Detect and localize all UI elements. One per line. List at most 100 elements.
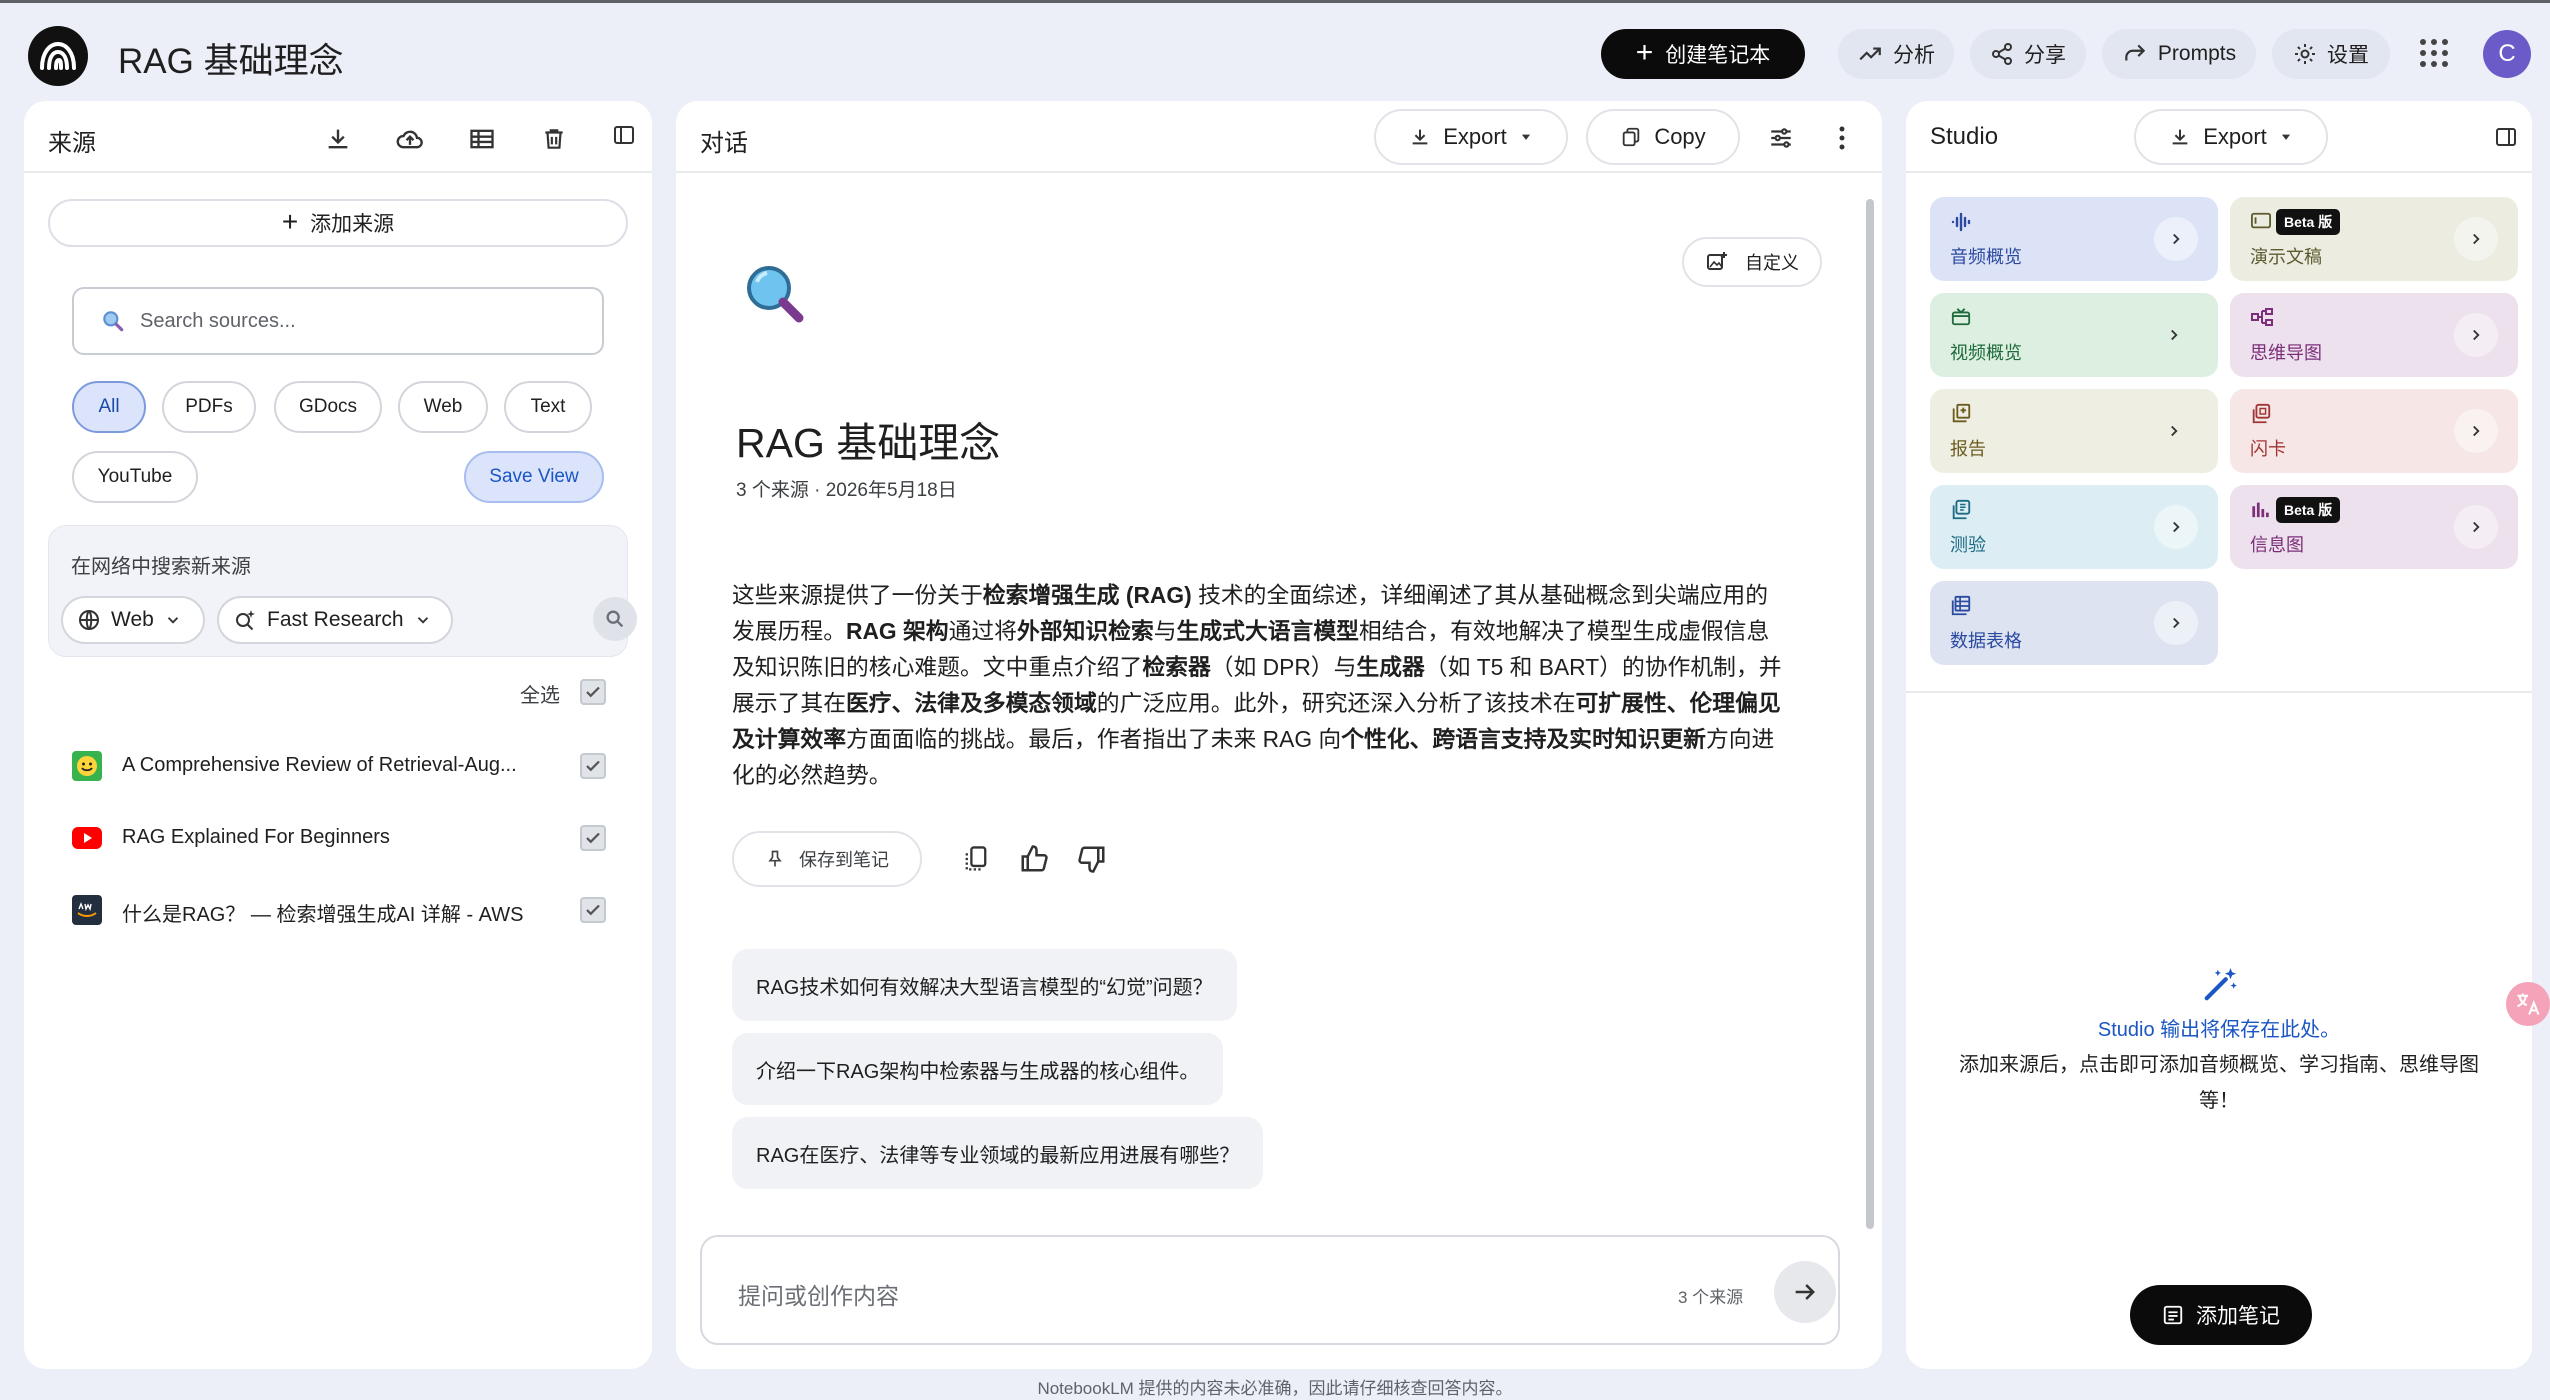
suggested-question[interactable]: RAG在医疗、法律等专业领域的最新应用进展有哪些？ <box>732 1117 1264 1189</box>
copy-icon <box>1623 127 1640 147</box>
trash-icon[interactable] <box>536 121 572 157</box>
chat-panel-header: 对话 Export Copy <box>676 101 1882 173</box>
source-name: RAG Explained For Beginners <box>122 826 390 848</box>
studio-tile-video-overview[interactable]: 视频概览 <box>1930 293 2218 377</box>
chevron-right-icon[interactable] <box>2154 505 2198 549</box>
mindmap-icon <box>2251 308 2273 326</box>
cloud-upload-icon[interactable] <box>392 121 428 157</box>
web-source-dropdown[interactable]: Web <box>61 596 205 644</box>
studio-tile-quiz[interactable]: 测验 <box>1930 485 2218 569</box>
thumbs-up-icon[interactable] <box>1016 841 1052 877</box>
chevron-right-icon[interactable] <box>2454 409 2498 453</box>
source-item[interactable]: RAG Explained For Beginners <box>72 816 632 860</box>
source-search-input[interactable]: Search sources... <box>72 287 604 355</box>
source-checkbox[interactable] <box>580 897 606 923</box>
chat-export-button[interactable]: Export <box>1374 109 1568 165</box>
settings-button[interactable]: 设置 <box>2272 29 2390 79</box>
chevron-right-icon[interactable] <box>2454 217 2498 261</box>
download-icon[interactable] <box>320 121 356 157</box>
add-note-button[interactable]: 添加笔记 <box>2130 1285 2312 1345</box>
filter-all[interactable]: All <box>72 381 146 433</box>
add-source-label: 添加来源 <box>310 213 395 236</box>
studio-tile-data-table[interactable]: 数据表格 <box>1930 581 2218 665</box>
summary-bold-text: 医疗、法律及多模态领域 <box>845 690 1097 716</box>
studio-tile-report[interactable]: 报告 <box>1930 389 2218 473</box>
summary-bold-text: 检索器 <box>1142 654 1211 680</box>
quiz-icon <box>1952 499 1971 520</box>
filter-youtube[interactable]: YouTube <box>72 451 198 503</box>
chat-input-placeholder: 提问或创作内容 <box>738 1283 899 1309</box>
translate-icon[interactable] <box>2506 982 2550 1026</box>
summary-bold-text: RAG 架构 <box>845 618 949 644</box>
send-button[interactable] <box>1774 1261 1836 1323</box>
flashcard-icon <box>2252 403 2271 424</box>
source-item[interactable]: 什么是RAG？ — 检索增强生成AI 详解 - AWS <box>72 888 632 932</box>
select-all-label: 全选 <box>520 685 560 707</box>
studio-tile-mind-map[interactable]: 思维导图 <box>2230 293 2518 377</box>
search-icon <box>103 311 124 332</box>
chat-copy-button[interactable]: Copy <box>1586 109 1740 165</box>
notebooklm-logo[interactable] <box>28 26 88 86</box>
apps-grid-icon[interactable] <box>2420 39 2448 67</box>
magnifier-emoji-icon <box>742 261 810 329</box>
source-checkbox[interactable] <box>580 825 606 851</box>
gear-icon <box>2295 44 2315 64</box>
avatar[interactable]: C <box>2483 30 2531 78</box>
customize-button[interactable]: 自定义 <box>1682 237 1822 287</box>
studio-tile-audio-overview[interactable]: 音频概览 <box>1930 197 2218 281</box>
suggested-question[interactable]: RAG技术如何有效解决大型语言模型的“幻觉”问题？ <box>732 949 1237 1021</box>
suggested-question[interactable]: 介绍一下RAG架构中检索器与生成器的核心组件。 <box>732 1033 1224 1105</box>
filter-gdocs[interactable]: GDocs <box>274 381 382 433</box>
summary-text: 方面面临的挑战。最后，作者指出了未来 RAG 向 <box>845 726 1342 752</box>
studio-tile-infographic[interactable]: Beta 版 信息图 <box>2230 485 2518 569</box>
studio-tile-slides[interactable]: Beta 版 演示文稿 <box>2230 197 2518 281</box>
collapse-panel-icon[interactable] <box>2490 121 2522 153</box>
source-checkbox[interactable] <box>580 753 606 779</box>
table-icon <box>1951 595 1971 616</box>
chevron-down-icon <box>167 617 178 624</box>
chevron-right-icon[interactable] <box>2154 217 2198 261</box>
chevron-right-icon[interactable] <box>2454 313 2498 357</box>
chevron-right-icon[interactable] <box>2158 319 2190 351</box>
add-source-button[interactable]: + 添加来源 <box>48 199 628 247</box>
collapse-panel-icon[interactable] <box>608 119 640 151</box>
check-icon <box>586 832 600 844</box>
source-item[interactable]: A Comprehensive Review of Retrieval-Aug.… <box>72 744 632 788</box>
studio-export-button[interactable]: Export <box>2134 109 2328 165</box>
chevron-right-icon[interactable] <box>2454 505 2498 549</box>
forward-arrow-icon <box>2125 44 2146 61</box>
web-search-submit[interactable] <box>593 597 637 641</box>
save-view-button[interactable]: Save View <box>464 451 604 503</box>
chat-scrollbar[interactable] <box>1866 199 1874 1229</box>
save-to-note-button[interactable]: 保存到笔记 <box>732 831 922 887</box>
summary-bold-text: 个性化、跨语言支持及实时知识更新 <box>1341 726 1706 752</box>
share-button[interactable]: 分享 <box>1970 29 2086 79</box>
copy-icon[interactable] <box>958 841 994 877</box>
studio-tile-flashcards[interactable]: 闪卡 <box>2230 389 2518 473</box>
chat-title: 对话 <box>700 130 748 157</box>
create-notebook-button[interactable]: + 创建笔记本 <box>1601 29 1805 79</box>
notebook-title[interactable]: RAG 基础理念 <box>118 33 344 84</box>
studio-tile-label: 视频概览 <box>1950 343 2022 363</box>
youtube-icon <box>72 823 102 853</box>
filter-text[interactable]: Text <box>504 381 592 433</box>
select-all-checkbox[interactable] <box>580 679 606 705</box>
chevron-down-icon <box>417 617 428 624</box>
tune-icon[interactable] <box>1764 121 1798 155</box>
studio-empty-title: Studio 输出将保存在此处。 <box>2097 1019 2341 1041</box>
analyze-label: 分析 <box>1893 44 1935 67</box>
analyze-button[interactable]: 分析 <box>1838 29 1954 79</box>
research-mode-dropdown[interactable]: Fast Research <box>217 596 453 644</box>
web-search-box: 在网络中搜索新来源 Web Fast Research <box>48 525 637 657</box>
source-count: 3 个来源 <box>1678 1288 1744 1307</box>
summary-text: （如 DPR）与 <box>1210 654 1357 680</box>
filter-pdfs[interactable]: PDFs <box>162 381 256 433</box>
thumbs-down-icon[interactable] <box>1074 841 1110 877</box>
prompts-button[interactable]: Prompts <box>2102 29 2256 79</box>
chevron-right-icon[interactable] <box>2158 415 2190 447</box>
chevron-right-icon[interactable] <box>2154 601 2198 645</box>
chat-input[interactable]: 提问或创作内容 3 个来源 <box>700 1235 1840 1345</box>
filter-web[interactable]: Web <box>398 381 488 433</box>
table-view-icon[interactable] <box>464 121 500 157</box>
more-vert-icon[interactable] <box>1828 121 1856 155</box>
